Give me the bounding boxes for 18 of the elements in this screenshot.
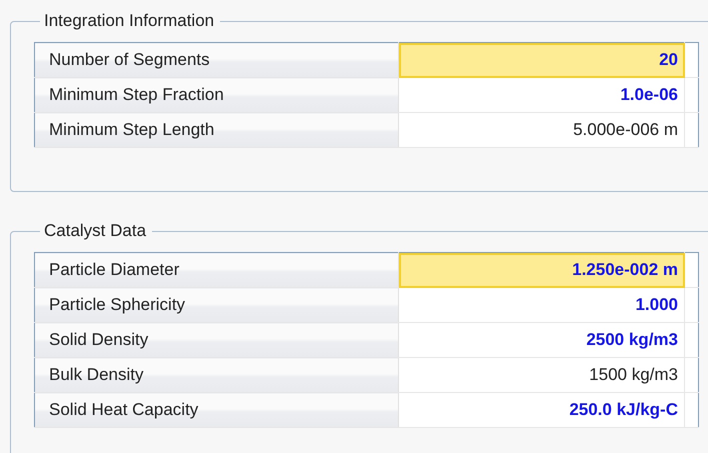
property-value[interactable]: 1.000: [398, 288, 684, 322]
property-label: Particle Diameter: [34, 252, 398, 288]
property-label: Minimum Step Length: [34, 112, 398, 148]
property-value[interactable]: 2500 kg/m3: [398, 322, 684, 358]
group-title: Integration Information: [43, 10, 216, 32]
property-value[interactable]: 1.250e-002 m: [398, 252, 684, 288]
property-value[interactable]: 20: [398, 42, 684, 78]
property-label: Minimum Step Fraction: [34, 78, 398, 112]
property-value[interactable]: 250.0 kJ/kg-C: [398, 392, 684, 428]
property-value[interactable]: 1.0e-06: [398, 78, 684, 112]
property-label: Solid Heat Capacity: [34, 392, 398, 428]
property-label: Number of Segments: [34, 42, 398, 78]
property-label: Particle Sphericity: [34, 288, 398, 322]
property-label: Bulk Density: [34, 358, 398, 392]
property-label: Solid Density: [34, 322, 398, 358]
property-value[interactable]: 1500 kg/m3: [398, 358, 684, 392]
group-title: Catalyst Data: [43, 220, 148, 242]
property-value[interactable]: 5.000e-006 m: [398, 112, 684, 148]
